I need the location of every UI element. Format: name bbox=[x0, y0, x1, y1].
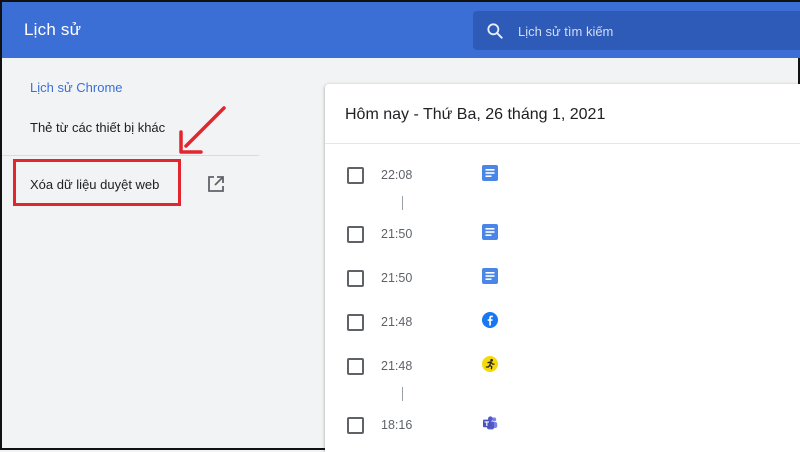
entry-connector bbox=[402, 196, 403, 210]
open-in-new-icon[interactable] bbox=[207, 175, 225, 193]
entry-checkbox[interactable] bbox=[347, 417, 364, 434]
docs-icon[interactable] bbox=[482, 268, 498, 284]
entry-connector bbox=[402, 387, 403, 401]
entry-time: 21:48 bbox=[381, 315, 413, 329]
entry-checkbox[interactable] bbox=[347, 167, 364, 184]
entry-checkbox[interactable] bbox=[347, 226, 364, 243]
history-entry[interactable]: 21:48 bbox=[325, 308, 800, 336]
app-header: Lịch sử bbox=[2, 2, 800, 58]
search-box[interactable] bbox=[473, 11, 800, 50]
entry-checkbox[interactable] bbox=[347, 270, 364, 287]
sidebar-item-other-devices[interactable]: Thẻ từ các thiết bị khác bbox=[30, 120, 165, 135]
history-entry[interactable]: 18:16 bbox=[325, 411, 800, 439]
history-entry[interactable]: 21:50 bbox=[325, 264, 800, 292]
facebook-icon[interactable] bbox=[482, 312, 498, 328]
history-entry[interactable]: 22:08 bbox=[325, 161, 800, 189]
card-header: Hôm nay - Thứ Ba, 26 tháng 1, 2021 bbox=[325, 84, 800, 144]
day-title: Hôm nay - Thứ Ba, 26 tháng 1, 2021 bbox=[345, 106, 606, 123]
teams-icon[interactable] bbox=[482, 415, 498, 431]
entry-time: 21:50 bbox=[381, 271, 413, 285]
entry-time: 18:16 bbox=[381, 418, 413, 432]
docs-icon[interactable] bbox=[482, 165, 498, 181]
entry-checkbox[interactable] bbox=[347, 358, 364, 375]
annotation-arrow bbox=[179, 106, 226, 154]
sidebar-item-chrome-history[interactable]: Lịch sử Chrome bbox=[30, 80, 123, 95]
history-entry[interactable]: 21:50 bbox=[325, 220, 800, 248]
history-card: Hôm nay - Thứ Ba, 26 tháng 1, 2021 22:08… bbox=[325, 84, 800, 452]
docs-icon[interactable] bbox=[482, 224, 498, 240]
entry-time: 22:08 bbox=[381, 168, 413, 182]
history-entry[interactable]: 21:48 bbox=[325, 352, 800, 380]
app-title: Lịch sử bbox=[24, 20, 82, 39]
search-input[interactable] bbox=[518, 20, 788, 42]
entry-time: 21:50 bbox=[381, 227, 413, 241]
clear-browsing-data-link[interactable]: Xóa dữ liệu duyệt web bbox=[30, 177, 159, 192]
entry-time: 21:48 bbox=[381, 359, 413, 373]
running-man-icon[interactable] bbox=[482, 356, 498, 372]
entry-checkbox[interactable] bbox=[347, 314, 364, 331]
search-icon[interactable] bbox=[485, 21, 505, 41]
